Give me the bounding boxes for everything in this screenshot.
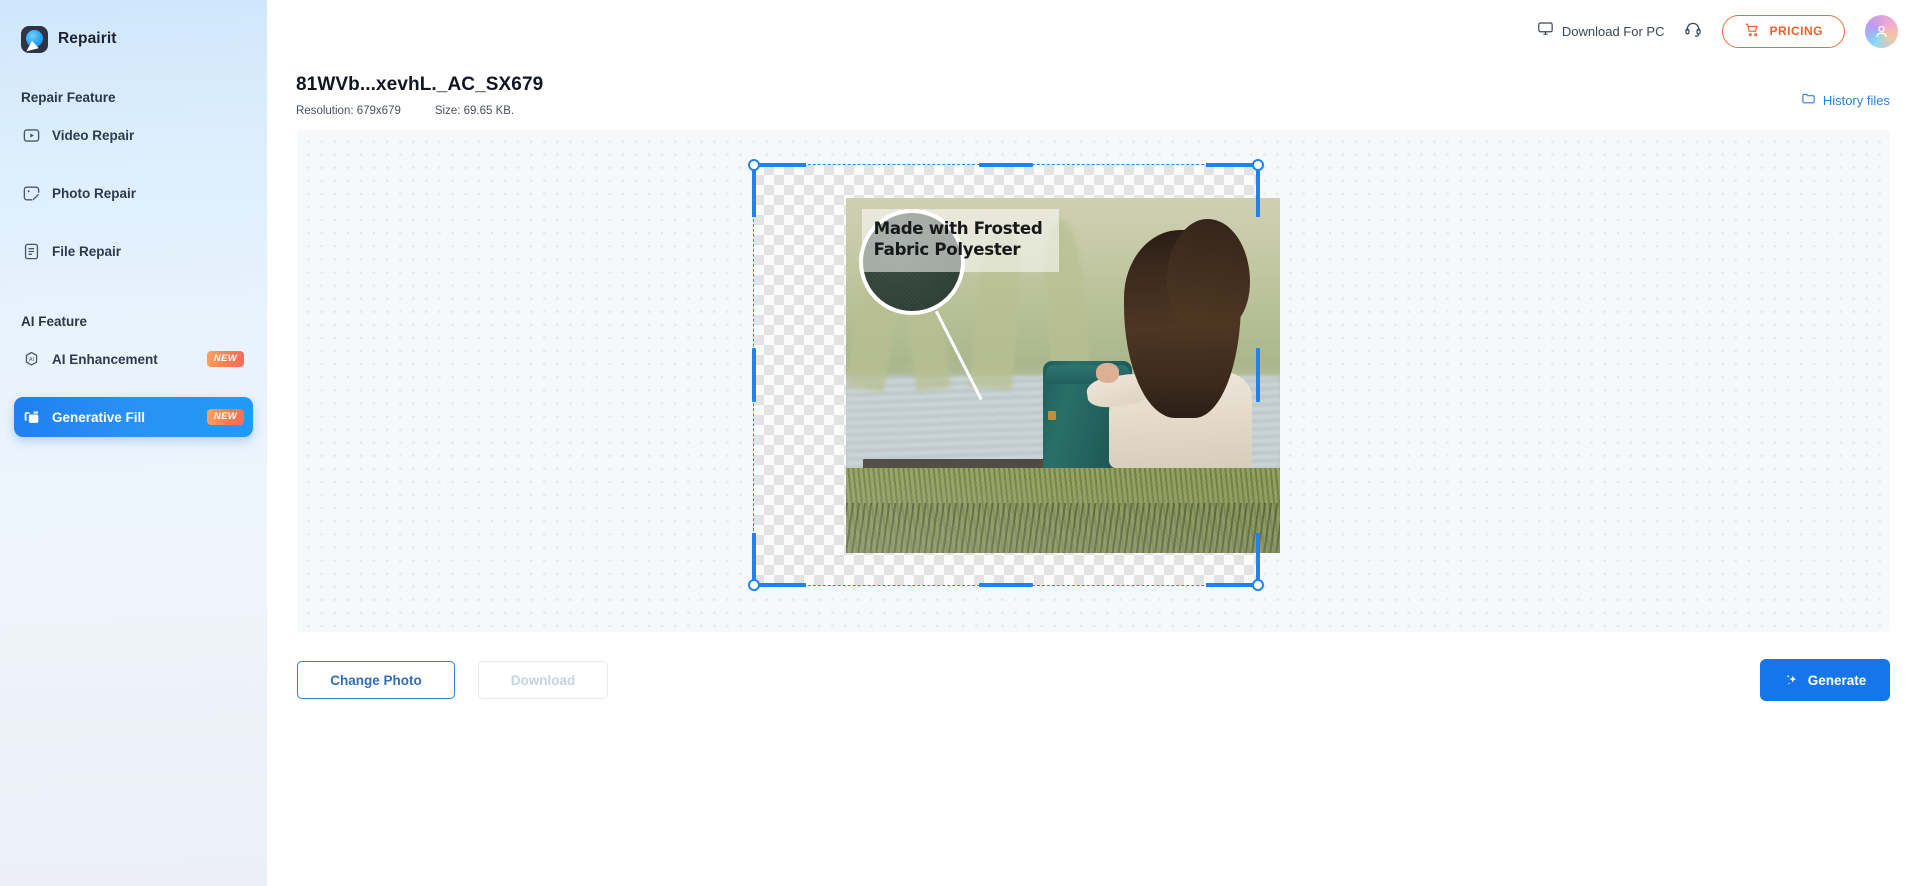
size-label: Size: 69.65 KB. <box>434 105 515 117</box>
pricing-button[interactable]: PRICING <box>1722 14 1845 48</box>
pricing-label: PRICING <box>1769 24 1823 38</box>
page-title: 81WVb...xevhL._AC_SX679 <box>296 74 544 95</box>
generate-label: Generate <box>1807 672 1867 688</box>
video-repair-icon <box>22 126 41 145</box>
selection-bracket-bottom-right-h <box>1206 583 1258 587</box>
app-brand[interactable]: Repairit <box>0 0 267 62</box>
support-button[interactable] <box>1684 20 1702 43</box>
download-for-pc-label: Download For PC <box>1561 23 1665 39</box>
new-badge: NEW <box>206 409 244 425</box>
selection-bracket-bottom-right-v <box>1256 533 1260 585</box>
sidebar-item-video-repair[interactable]: Video Repair <box>14 115 253 155</box>
sidebar-item-photo-repair[interactable]: Photo Repair <box>14 173 253 213</box>
download-for-pc-button[interactable]: Download For PC <box>1537 20 1665 42</box>
sidebar-item-label: Generative Fill <box>52 409 146 425</box>
photo-headline-text: Made with Frosted Fabric Polyester <box>873 219 1043 259</box>
monitor-icon <box>1537 20 1554 42</box>
ai-enhancement-icon: AI <box>22 350 41 369</box>
cart-icon <box>1744 22 1760 41</box>
file-repair-icon <box>22 242 41 261</box>
editor-canvas[interactable]: Made with Frosted Fabric Polyester <box>297 130 1890 632</box>
footer-actions: Change Photo Download Generate <box>267 632 1920 701</box>
sidebar-item-file-repair[interactable]: File Repair <box>14 231 253 271</box>
sidebar-item-label: File Repair <box>52 243 122 259</box>
sidebar-item-label: Video Repair <box>52 127 135 143</box>
resize-handle-middle-left[interactable] <box>751 348 757 402</box>
folder-icon <box>1801 91 1816 109</box>
document-header: 81WVb...xevhL._AC_SX679 Resolution: 679x… <box>267 62 1920 117</box>
selection-bracket-bottom-left-v <box>752 533 756 585</box>
headset-icon <box>1684 20 1702 43</box>
generative-fill-icon <box>22 408 41 427</box>
canvas-wrapper: Made with Frosted Fabric Polyester <box>267 117 1920 632</box>
history-files-link[interactable]: History files <box>1801 91 1890 109</box>
resize-handle-middle-right[interactable] <box>1255 348 1261 402</box>
selection-bracket-top-left-h <box>754 163 806 167</box>
generate-button[interactable]: Generate <box>1760 659 1890 701</box>
svg-text:AI: AI <box>29 357 35 363</box>
resize-handle-bottom-left[interactable] <box>748 579 760 591</box>
photo-repair-icon <box>22 184 41 203</box>
resize-handle-bottom-right[interactable] <box>1252 579 1264 591</box>
selection-bracket-top-right-v <box>1256 165 1260 217</box>
magic-wand-icon <box>1784 672 1800 688</box>
sidebar-item-label: AI Enhancement <box>52 351 158 367</box>
main-content: Download For PC PRICING 81WVb...xevhL._A… <box>267 0 1920 886</box>
nav-group-title-ai: AI Feature <box>21 314 88 329</box>
sidebar-item-generative-fill[interactable]: Generative Fill NEW <box>14 397 253 437</box>
resize-handle-bottom-center[interactable] <box>979 582 1033 588</box>
selection-bracket-bottom-left-h <box>754 583 806 587</box>
source-photo[interactable]: Made with Frosted Fabric Polyester <box>846 198 1280 553</box>
app-name: Repairit <box>58 30 117 47</box>
selection-bracket-top-right-h <box>1206 163 1258 167</box>
sidebar-item-ai-enhancement[interactable]: AI AI Enhancement NEW <box>14 339 253 379</box>
resize-handle-top-left[interactable] <box>748 159 760 171</box>
sidebar-item-label: Photo Repair <box>52 185 137 201</box>
topbar: Download For PC PRICING <box>267 0 1920 62</box>
nav-group-title-repair: Repair Feature <box>21 90 116 105</box>
repairit-logo-icon <box>21 25 48 53</box>
resolution-label: Resolution: 679x679 <box>296 105 401 117</box>
new-badge: NEW <box>206 351 244 367</box>
history-files-label: History files <box>1822 92 1890 108</box>
selection-bracket-top-left-v <box>752 165 756 217</box>
photo-headline-banner: Made with Frosted Fabric Polyester <box>861 209 1060 272</box>
change-photo-button[interactable]: Change Photo <box>297 661 455 699</box>
resize-handle-top-right[interactable] <box>1252 159 1264 171</box>
sidebar: Repairit Repair Feature Video Repair Pho… <box>0 0 267 886</box>
document-meta: Resolution: 679x679 Size: 69.65 KB. <box>296 105 1920 117</box>
resize-handle-top-center[interactable] <box>979 162 1033 168</box>
user-avatar-icon[interactable] <box>1865 14 1898 48</box>
selection-frame[interactable]: Made with Frosted Fabric Polyester <box>748 159 1280 591</box>
download-button[interactable]: Download <box>478 661 608 699</box>
